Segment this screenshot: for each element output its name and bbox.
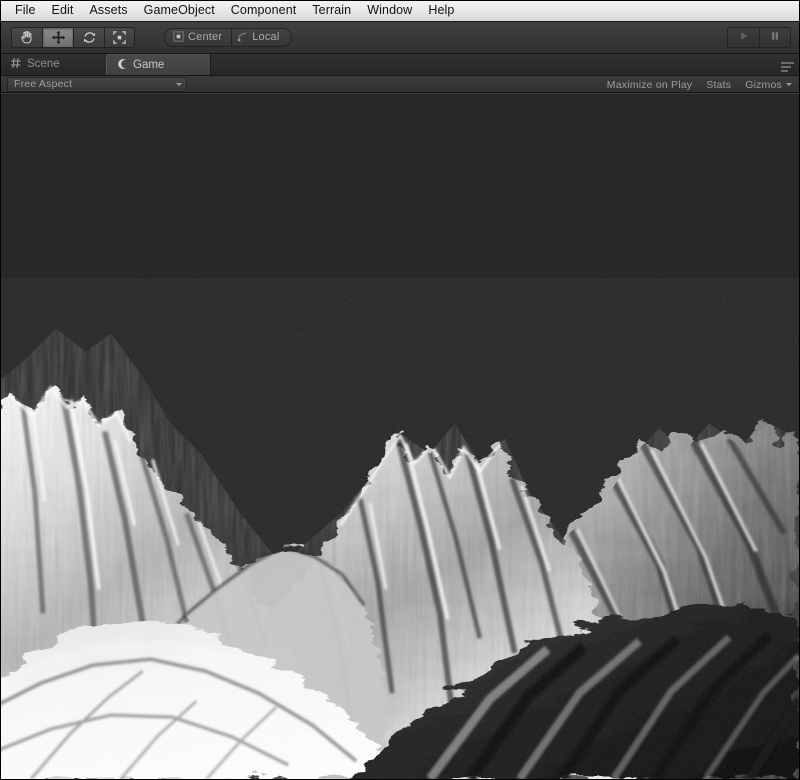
- gizmos-label: Gizmos: [745, 78, 782, 91]
- scene-grid-icon: [10, 57, 22, 72]
- pause-icon: [769, 29, 781, 47]
- scale-tool-button[interactable]: [104, 27, 135, 48]
- main-toolbar: Center Local: [1, 22, 799, 54]
- move-tool-button[interactable]: [42, 27, 73, 48]
- play-icon: [738, 29, 750, 47]
- render-grain: [1, 323, 799, 779]
- panel-options-menu-icon[interactable]: [781, 62, 794, 72]
- pause-button[interactable]: [759, 27, 791, 48]
- unity-editor-window: File Edit Assets GameObject Component Te…: [0, 0, 800, 780]
- terrain-render: [1, 94, 799, 779]
- menu-bar: File Edit Assets GameObject Component Te…: [1, 1, 799, 22]
- aspect-ratio-label: Free Aspect: [14, 78, 73, 90]
- tab-scene-label: Scene: [27, 58, 60, 70]
- tab-game[interactable]: Game: [106, 54, 211, 75]
- game-controller-icon: [116, 58, 128, 73]
- game-viewport[interactable]: [1, 93, 799, 779]
- pivot-mode-button[interactable]: Center: [164, 28, 232, 47]
- move-arrows-icon: [51, 30, 66, 45]
- chevron-down-icon: [786, 83, 792, 86]
- play-controls-group: [727, 27, 791, 48]
- menu-item-terrain[interactable]: Terrain: [304, 2, 359, 20]
- transform-tool-group: [11, 27, 135, 48]
- stats-toggle[interactable]: Stats: [699, 77, 738, 92]
- menu-item-component[interactable]: Component: [223, 2, 305, 20]
- chevron-down-icon: [176, 82, 182, 86]
- rotate-icon: [82, 30, 97, 45]
- maximize-on-play-toggle[interactable]: Maximize on Play: [600, 77, 699, 92]
- hand-tool-button[interactable]: [11, 27, 42, 48]
- pivot-local-icon: [237, 29, 248, 47]
- pivot-rotation-label: Local: [252, 31, 280, 43]
- tab-scene[interactable]: Scene: [1, 54, 106, 75]
- menu-item-assets[interactable]: Assets: [82, 2, 136, 20]
- game-view-toolbar: Free Aspect Maximize on Play Stats Gizmo…: [1, 76, 799, 93]
- pivot-center-icon: [173, 29, 184, 47]
- panel-tab-bar: Scene Game: [1, 54, 799, 76]
- menu-item-gameobject[interactable]: GameObject: [136, 2, 223, 20]
- menu-item-window[interactable]: Window: [359, 2, 420, 20]
- menu-item-help[interactable]: Help: [420, 2, 462, 20]
- play-button[interactable]: [727, 27, 759, 48]
- tab-game-label: Game: [133, 58, 165, 71]
- pivot-toggle-group: Center Local: [164, 28, 292, 47]
- hand-icon: [20, 30, 35, 45]
- game-toolbar-right-group: Maximize on Play Stats Gizmos: [600, 76, 795, 93]
- scale-icon: [112, 30, 127, 45]
- pivot-mode-label: Center: [188, 31, 223, 43]
- gizmos-dropdown[interactable]: Gizmos: [738, 77, 795, 92]
- aspect-ratio-dropdown[interactable]: Free Aspect: [7, 76, 187, 92]
- menu-item-edit[interactable]: Edit: [44, 2, 82, 20]
- pivot-rotation-button[interactable]: Local: [231, 28, 292, 47]
- rotate-tool-button[interactable]: [73, 27, 104, 48]
- menu-item-file[interactable]: File: [7, 2, 44, 20]
